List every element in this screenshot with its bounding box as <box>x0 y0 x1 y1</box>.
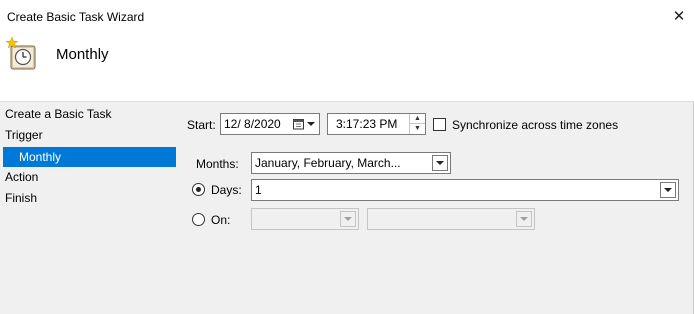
days-value: 1 <box>255 183 262 197</box>
on-label: On: <box>211 213 231 227</box>
page-title: Monthly <box>56 46 109 63</box>
sync-timezones-checkbox[interactable] <box>433 118 446 131</box>
step-trigger[interactable]: Trigger <box>0 125 176 145</box>
wizard-header: Monthly <box>0 32 694 102</box>
on-week-dropdown-button[interactable] <box>340 211 356 227</box>
wizard-window: Create Basic Task Wizard ✕ Monthly Creat… <box>0 0 694 314</box>
window-title: Create Basic Task Wizard <box>7 10 145 24</box>
days-dropdown[interactable]: 1 <box>251 179 679 201</box>
months-value: January, February, March... <box>255 156 401 170</box>
start-time-field[interactable]: 3:17:23 PM ▲ ▼ <box>327 113 426 135</box>
chevron-down-icon <box>344 217 352 221</box>
start-date-value: 12/ 8/2020 <box>224 117 281 131</box>
months-dropdown[interactable]: January, February, March... <box>251 152 451 174</box>
chevron-down-icon <box>664 188 672 192</box>
chevron-down-icon <box>307 122 315 126</box>
on-radio[interactable] <box>192 213 205 226</box>
chevron-down-icon <box>520 217 528 221</box>
on-day-dropdown[interactable] <box>367 208 535 230</box>
on-week-dropdown[interactable] <box>251 208 359 230</box>
start-time-value: 3:17:23 PM <box>336 117 398 131</box>
calendar-icon <box>293 119 304 130</box>
months-dropdown-button[interactable] <box>432 155 448 171</box>
step-action[interactable]: Action <box>0 167 176 187</box>
time-spinner[interactable]: ▲ ▼ <box>409 114 425 134</box>
days-radio[interactable] <box>192 183 205 196</box>
months-label: Months: <box>196 157 239 171</box>
start-date-picker[interactable]: 12/ 8/2020 <box>220 113 320 135</box>
days-dropdown-button[interactable] <box>660 182 676 198</box>
step-create-basic-task[interactable]: Create a Basic Task <box>0 104 176 124</box>
chevron-down-icon <box>436 161 444 165</box>
close-icon: ✕ <box>672 8 686 25</box>
close-button[interactable]: ✕ <box>666 4 692 28</box>
spin-down-icon[interactable]: ▼ <box>410 124 425 134</box>
step-finish[interactable]: Finish <box>0 188 176 208</box>
title-bar: Create Basic Task Wizard ✕ <box>0 0 694 32</box>
on-day-dropdown-button[interactable] <box>516 211 532 227</box>
step-monthly[interactable]: Monthly <box>3 147 176 167</box>
sync-timezones-label: Synchronize across time zones <box>452 118 619 132</box>
calendar-dropdown-button[interactable] <box>293 116 315 132</box>
task-scheduler-clock-icon <box>5 37 36 70</box>
start-label: Start: <box>187 118 216 132</box>
days-label: Days: <box>211 183 242 197</box>
